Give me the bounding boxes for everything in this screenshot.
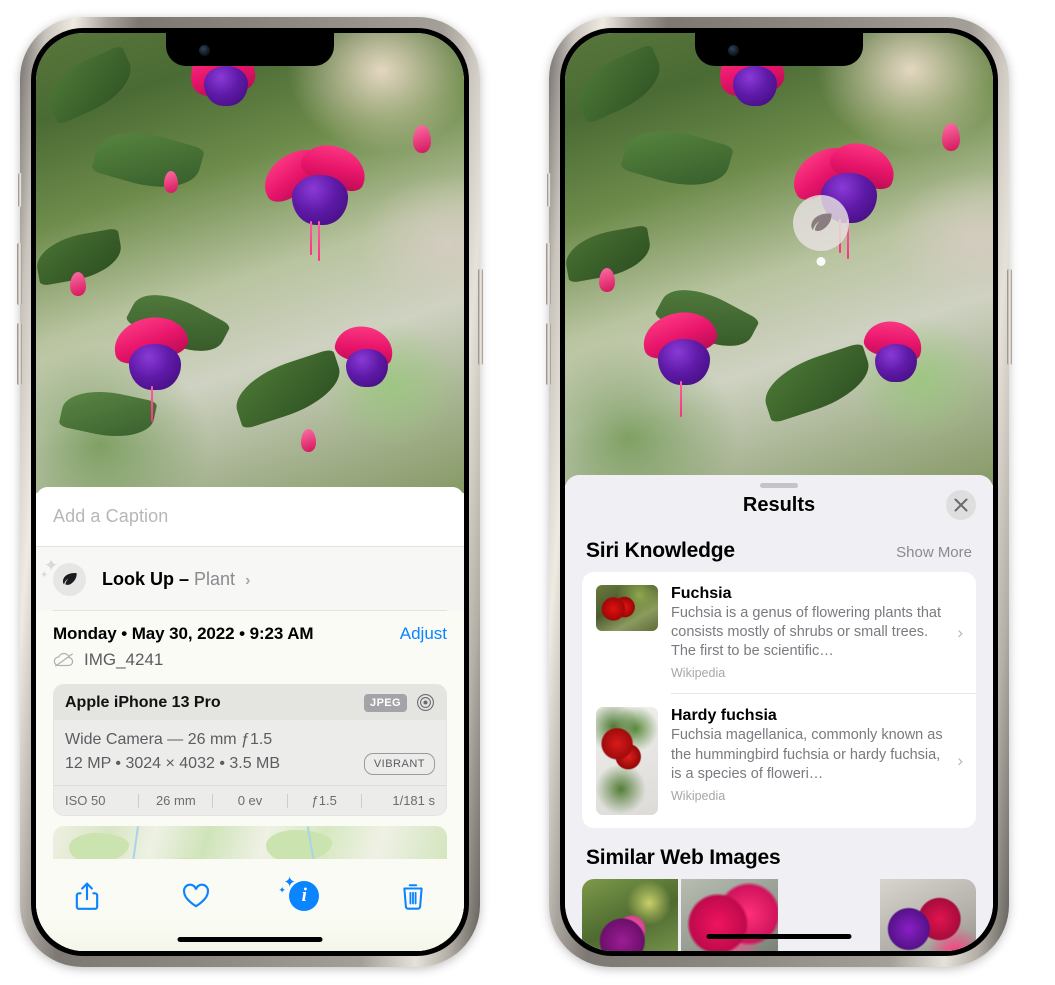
look-up-title: Look Up – <box>102 568 190 589</box>
chevron-right-icon: › <box>957 751 963 771</box>
result-thumbnail <box>596 585 658 631</box>
siri-knowledge-card-group: Fuchsia Fuchsia is a genus of flowering … <box>582 572 976 829</box>
volume-down-button[interactable] <box>546 323 551 385</box>
delete-button[interactable] <box>390 873 436 919</box>
caption-field-row[interactable]: Add a Caption <box>36 487 464 547</box>
share-button[interactable] <box>64 873 110 919</box>
lookup-anchor-dot <box>816 257 826 266</box>
iphone-right: Results Siri Knowledge Show More Fuchsia… <box>546 17 1012 967</box>
camera-info-card: Apple iPhone 13 Pro JPEG Wide Camera — 2… <box>53 684 447 816</box>
show-more-button[interactable]: Show More <box>896 544 972 561</box>
look-up-subject: Plant <box>194 568 236 589</box>
knowledge-row[interactable]: Fuchsia Fuchsia is a genus of flowering … <box>582 572 976 693</box>
share-icon <box>75 882 99 910</box>
close-button[interactable] <box>946 490 976 520</box>
home-indicator[interactable] <box>177 937 323 942</box>
camera-lens-line: Wide Camera — 26 mm ƒ1.5 <box>65 731 273 748</box>
photographic-style-badge: VIBRANT <box>363 752 435 776</box>
result-source: Wikipedia <box>671 666 726 681</box>
leaf-icon <box>62 572 77 585</box>
exif-exposure: 0 ev <box>237 793 263 808</box>
phone-bezel-right: Results Siri Knowledge Show More Fuchsia… <box>560 28 998 956</box>
iphone-left: Add a Caption ✦ ✦ Look Up – Plant › Mond… <box>17 17 483 967</box>
heart-icon <box>182 883 209 908</box>
mute-switch[interactable] <box>18 173 22 207</box>
home-indicator[interactable] <box>706 934 852 939</box>
volume-up-button[interactable] <box>17 243 22 305</box>
chevron-right-icon: › <box>957 622 963 642</box>
screen-right: Results Siri Knowledge Show More Fuchsia… <box>565 33 993 951</box>
power-button[interactable] <box>478 269 483 365</box>
result-title: Fuchsia <box>671 585 732 602</box>
cloud-slash-icon <box>53 652 74 667</box>
web-image-3[interactable] <box>781 879 877 951</box>
exif-row: ISO 50 26 mm 0 ev ƒ1.5 1/181 s <box>54 785 446 815</box>
siri-knowledge-header: Siri Knowledge Show More <box>565 535 993 572</box>
section-title: Siri Knowledge <box>586 539 735 562</box>
camera-specs-line: 12 MP • 3024 × 4032 • 3.5 MB <box>65 755 281 772</box>
power-button[interactable] <box>1007 269 1012 365</box>
exif-aperture: ƒ1.5 <box>311 793 337 808</box>
result-title: Hardy fuchsia <box>671 707 777 725</box>
thumbnail-image <box>596 585 658 631</box>
volume-up-button[interactable] <box>546 243 551 305</box>
adjust-button[interactable]: Adjust <box>400 624 447 644</box>
file-format-badge: JPEG <box>364 693 407 712</box>
section-title: Similar Web Images <box>586 846 781 870</box>
result-description: Fuchsia is a genus of flowering plants t… <box>671 605 942 660</box>
aperture-icon <box>417 694 434 711</box>
notch-left <box>166 33 334 66</box>
camera-card-header: Apple iPhone 13 Pro JPEG <box>54 685 446 720</box>
visual-lookup-badge[interactable] <box>793 195 849 266</box>
photo-metadata-block: Monday • May 30, 2022 • 9:23 AM Adjust I… <box>36 611 464 674</box>
favorite-button[interactable] <box>173 873 219 919</box>
front-camera-icon <box>199 45 210 56</box>
screenshot-stage: Add a Caption ✦ ✦ Look Up – Plant › Mond… <box>0 0 1055 985</box>
camera-card-body: Wide Camera — 26 mm ƒ1.5 12 MP • 3024 × … <box>54 720 446 785</box>
notch-right <box>695 33 863 66</box>
exif-shutter: 1/181 s <box>392 793 436 808</box>
result-thumbnail <box>596 707 658 816</box>
results-sheet: Results Siri Knowledge Show More Fuchsia… <box>565 475 993 951</box>
web-image-2[interactable] <box>681 879 778 951</box>
caption-input[interactable]: Add a Caption <box>53 506 168 527</box>
info-letter: i <box>301 885 307 906</box>
phone-bezel-left: Add a Caption ✦ ✦ Look Up – Plant › Mond… <box>31 28 469 956</box>
results-title: Results <box>742 493 816 516</box>
sparkle-small-icon: ✦ <box>40 569 49 581</box>
sparkle-small-icon: ✦ <box>278 885 286 895</box>
divider <box>53 610 447 611</box>
thumbnail-image <box>596 707 658 816</box>
results-header: Results <box>565 475 993 535</box>
web-image-1[interactable] <box>582 879 679 951</box>
chevron-right-icon: › <box>245 571 251 589</box>
exif-iso: ISO 50 <box>65 793 106 808</box>
leaf-icon <box>811 213 832 231</box>
similar-web-images-header: Similar Web Images <box>565 828 993 879</box>
result-description: Fuchsia magellanica, commonly known as t… <box>671 727 943 782</box>
screen-left: Add a Caption ✦ ✦ Look Up – Plant › Mond… <box>36 33 464 951</box>
trash-icon <box>403 884 423 910</box>
exif-focal: 26 mm <box>155 793 196 808</box>
photo-date: Monday • May 30, 2022 • 9:23 AM <box>53 624 314 643</box>
photo-viewer-right[interactable] <box>565 33 993 485</box>
photo-filename: IMG_4241 <box>84 650 164 669</box>
front-camera-icon <box>728 45 739 56</box>
similar-web-images-strip <box>582 879 976 951</box>
leaf-icon-badge: ✦ ✦ <box>40 557 86 596</box>
result-source: Wikipedia <box>671 788 726 803</box>
web-image-4[interactable] <box>879 879 976 951</box>
volume-down-button[interactable] <box>17 323 22 385</box>
look-up-row[interactable]: ✦ ✦ Look Up – Plant › <box>36 547 464 611</box>
camera-model: Apple iPhone 13 Pro <box>65 693 221 711</box>
mute-switch[interactable] <box>547 173 551 207</box>
info-button[interactable]: ✦ ✦ i <box>278 873 327 919</box>
close-icon <box>954 498 968 512</box>
photo-viewer-left[interactable] <box>36 33 464 493</box>
knowledge-row[interactable]: Hardy fuchsia Fuchsia magellanica, commo… <box>582 694 976 828</box>
look-up-label: Look Up – Plant › <box>102 569 250 590</box>
